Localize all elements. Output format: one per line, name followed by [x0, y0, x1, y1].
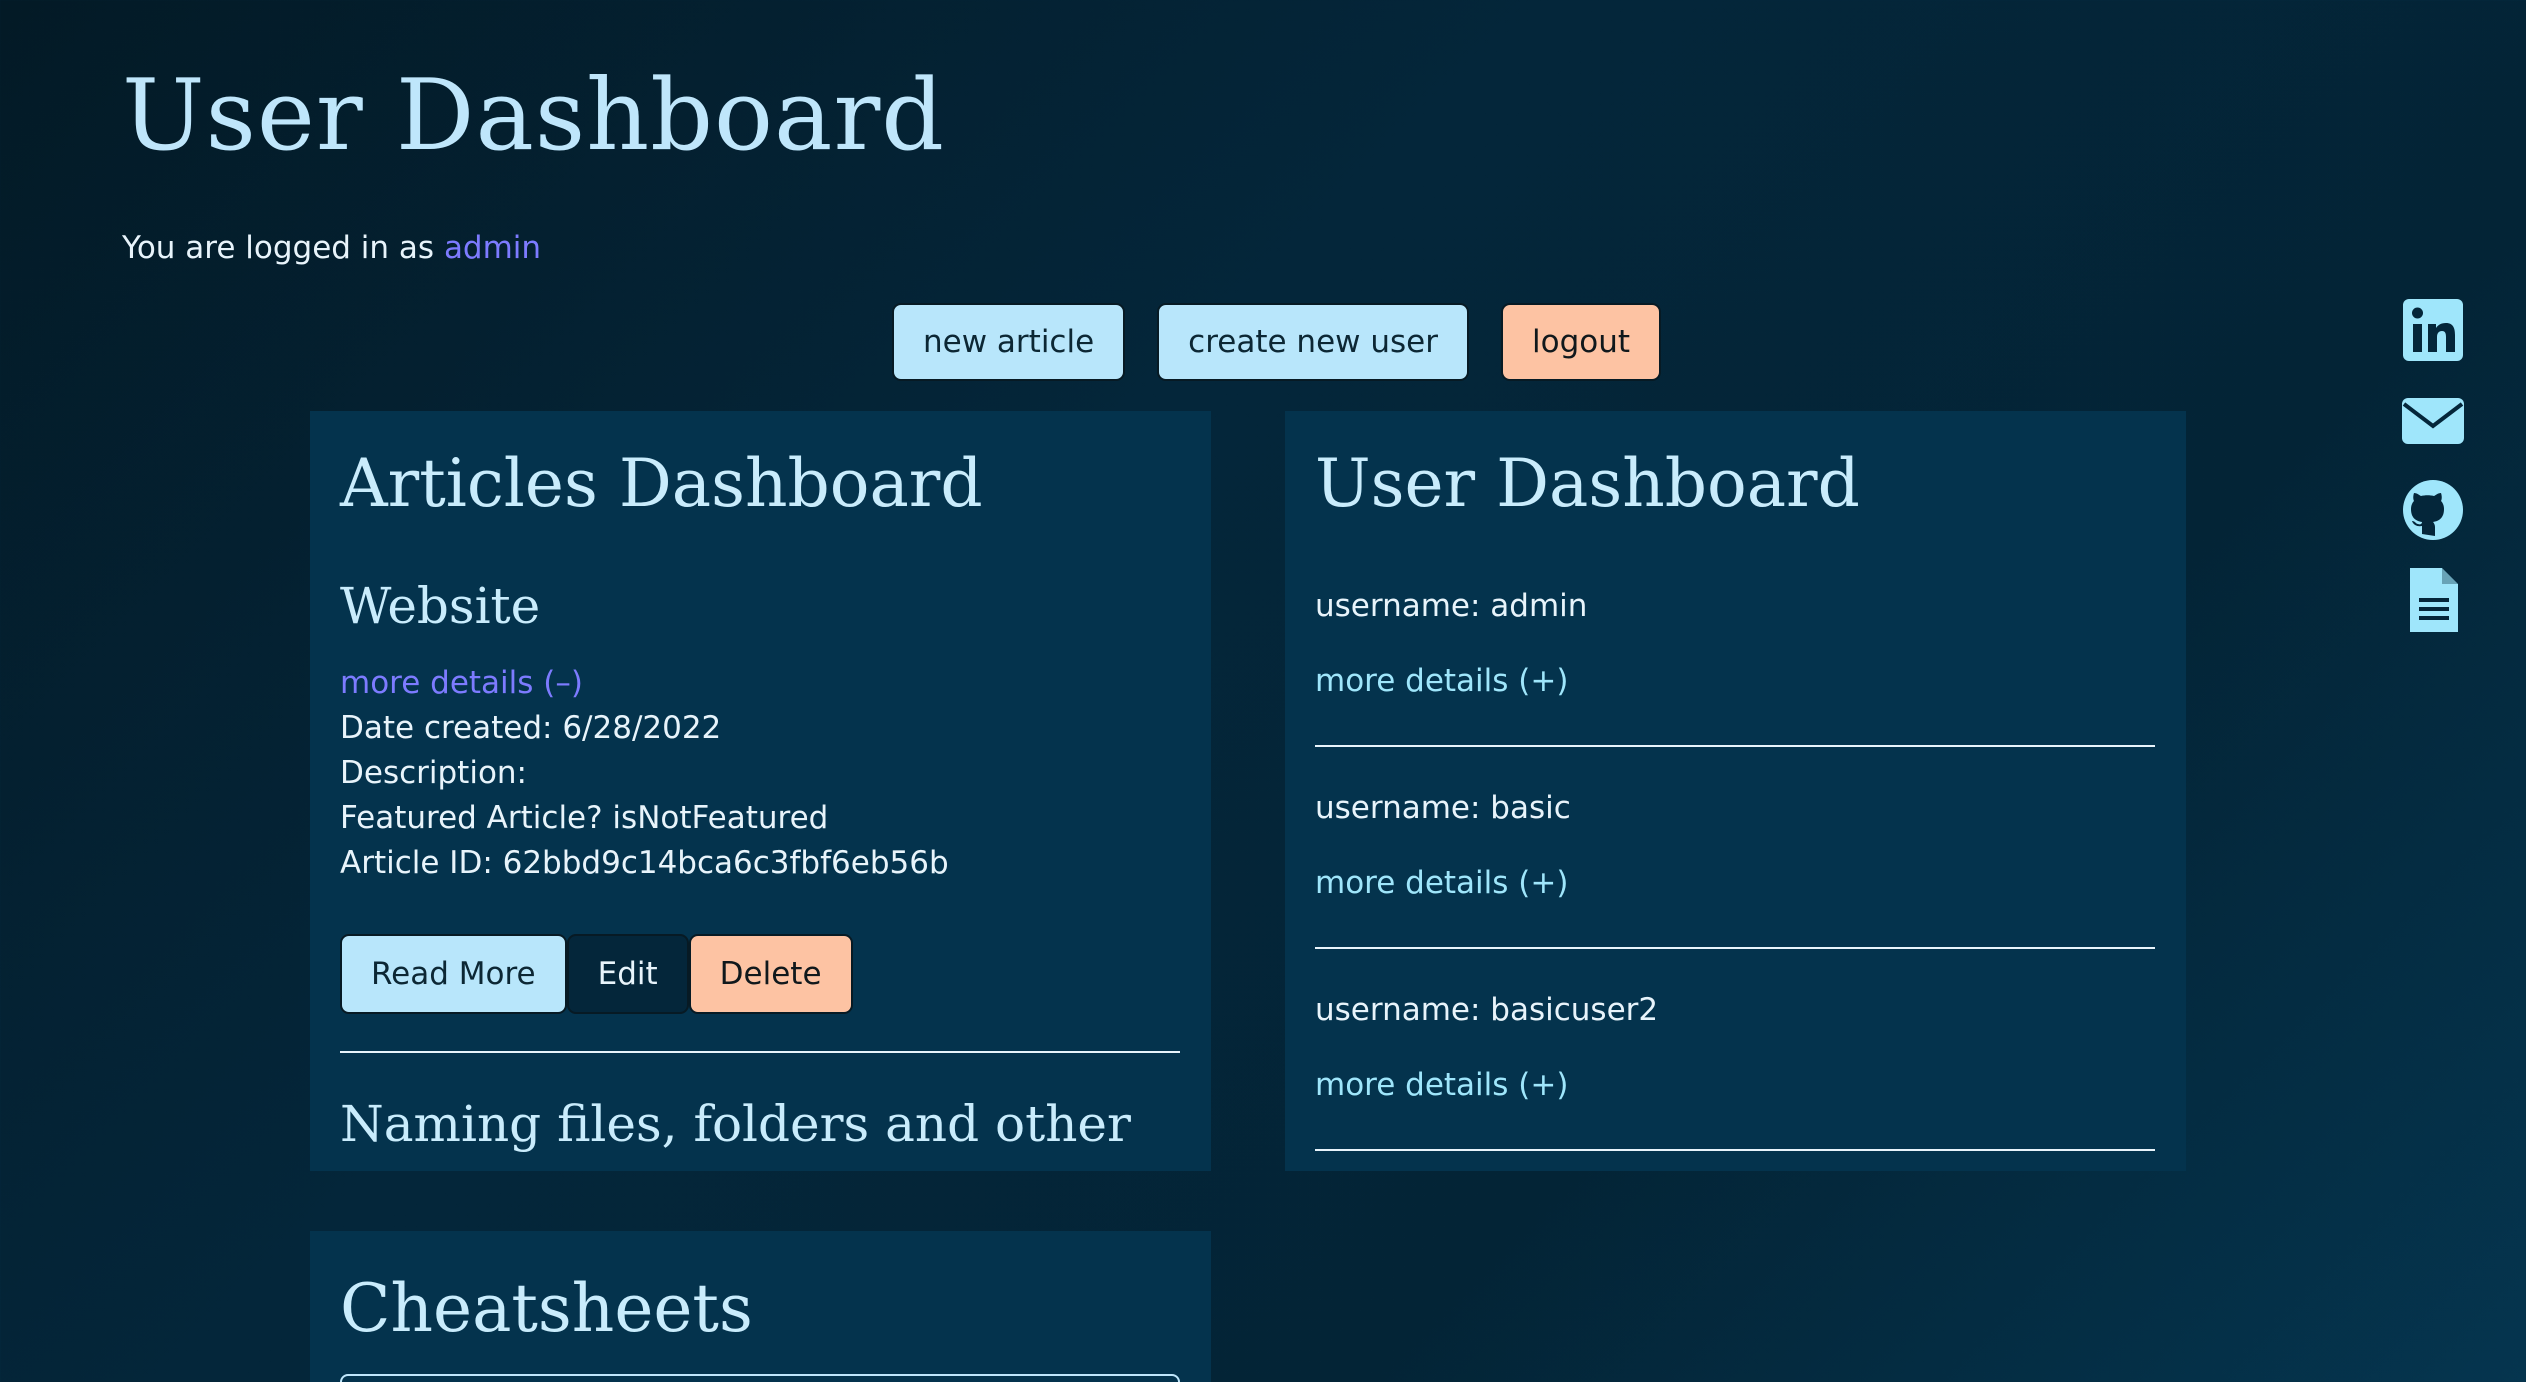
article-featured-status: Featured Article? isNotFeatured [340, 800, 829, 836]
social-links [2400, 296, 2466, 634]
user-username: username: admin [1315, 588, 1588, 624]
read-more-button[interactable]: Read More [340, 934, 567, 1014]
login-prefix: You are logged in as [122, 230, 435, 266]
login-status: You are logged in as admin [122, 230, 541, 266]
article-details-toggle[interactable]: more details (–) [340, 665, 583, 701]
article-actions: Read More Edit Delete [340, 934, 853, 1014]
linkedin-icon[interactable] [2400, 296, 2466, 364]
cheatsheet-input[interactable] [340, 1374, 1180, 1382]
page-title: User Dashboard [122, 59, 946, 173]
article-description: Description: [340, 755, 527, 791]
user-divider [1315, 745, 2155, 747]
document-icon[interactable] [2400, 566, 2466, 634]
create-user-button[interactable]: create new user [1157, 303, 1469, 381]
user-username: username: basic [1315, 790, 1571, 826]
logout-button[interactable]: logout [1500, 303, 1662, 381]
cheatsheets-panel[interactable]: Cheatsheets [310, 1231, 1211, 1382]
top-actions: new article create new user logout [892, 303, 1662, 381]
user-divider [1315, 1149, 2155, 1151]
new-article-button[interactable]: new article [892, 303, 1126, 381]
articles-panel-title: Articles Dashboard [340, 445, 983, 522]
edit-article-button[interactable]: Edit [566, 934, 689, 1014]
cheatsheets-panel-title: Cheatsheets [340, 1270, 753, 1347]
user-details-toggle[interactable]: more details (+) [1315, 1067, 1568, 1103]
user-divider [1315, 947, 2155, 949]
email-icon[interactable] [2400, 386, 2466, 454]
articles-panel[interactable]: Articles Dashboard Website more details … [310, 411, 1211, 1171]
article-divider [340, 1051, 1180, 1053]
user-details-toggle[interactable]: more details (+) [1315, 865, 1568, 901]
article-date-created: Date created: 6/28/2022 [340, 710, 722, 746]
users-panel[interactable]: User Dashboard username: admin more deta… [1285, 411, 2186, 1171]
article-title: Naming files, folders and other [340, 1095, 1131, 1153]
delete-article-button[interactable]: Delete [688, 934, 853, 1014]
article-title: Website [340, 577, 541, 635]
users-panel-title: User Dashboard [1315, 445, 1860, 522]
article-id: Article ID: 62bbd9c14bca6c3fbf6eb56b [340, 845, 949, 881]
current-user-link[interactable]: admin [444, 230, 541, 266]
user-details-toggle[interactable]: more details (+) [1315, 663, 1568, 699]
user-username: username: basicuser2 [1315, 992, 1659, 1028]
github-icon[interactable] [2400, 476, 2466, 544]
